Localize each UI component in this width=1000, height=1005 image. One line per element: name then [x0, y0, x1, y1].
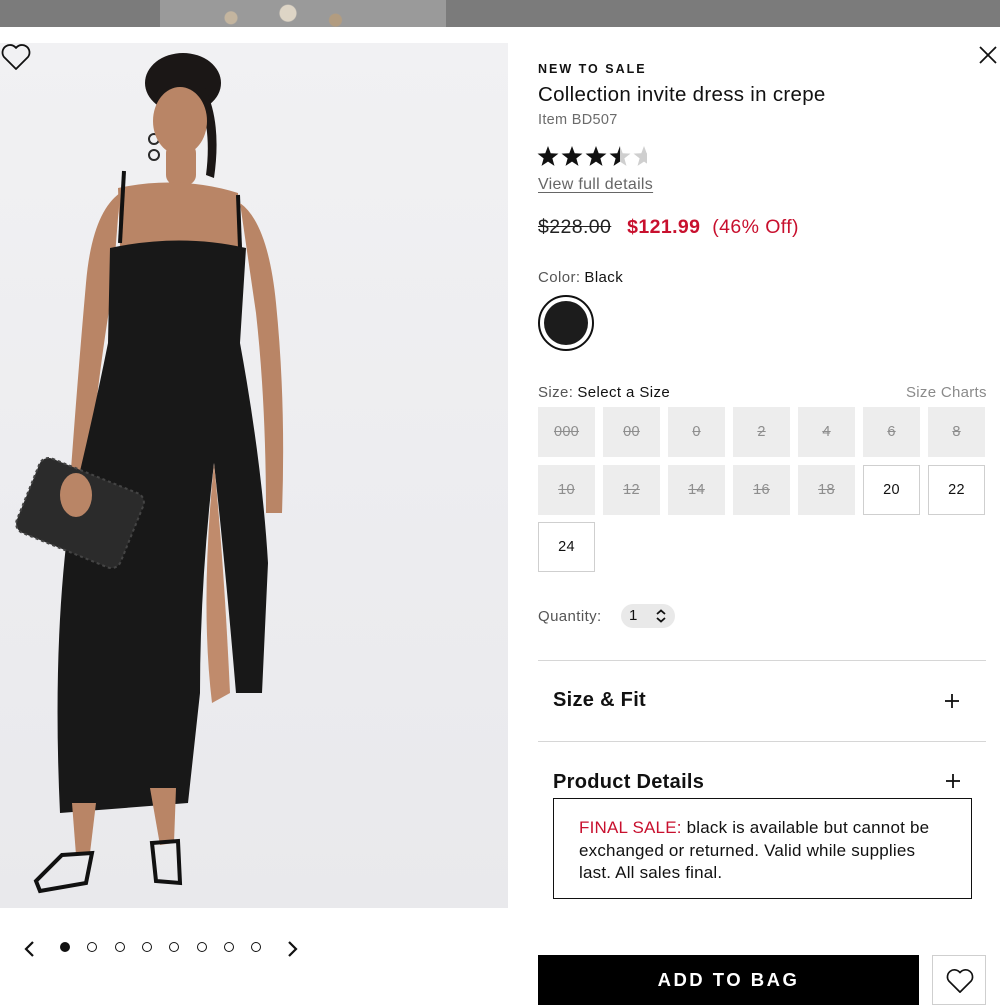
- add-to-bag-button[interactable]: ADD TO BAG: [538, 955, 919, 1005]
- size-option-22[interactable]: 22: [928, 464, 985, 515]
- product-image: [0, 43, 508, 908]
- discount-label: (46% Off): [712, 216, 799, 238]
- size-label: Size:: [538, 384, 574, 401]
- star-icon: [609, 146, 631, 166]
- carousel-dot[interactable]: [141, 942, 152, 952]
- divider: [538, 741, 986, 742]
- page-backdrop: [0, 0, 1000, 27]
- plus-icon[interactable]: [944, 693, 960, 709]
- size-option-12[interactable]: 12: [603, 464, 660, 515]
- size-option-10[interactable]: 10: [538, 464, 595, 515]
- swatch-fill: [544, 301, 588, 345]
- price-row: $228.00 $121.99 (46% Off): [538, 216, 799, 239]
- carousel-dot[interactable]: [114, 942, 125, 952]
- size-option-18[interactable]: 18: [798, 464, 855, 515]
- original-price: $228.00: [538, 216, 612, 238]
- wishlist-button[interactable]: [932, 955, 986, 1005]
- quantity-select[interactable]: 1: [621, 604, 675, 628]
- size-option-4[interactable]: 4: [798, 407, 855, 457]
- image-carousel-nav: [0, 932, 508, 966]
- final-sale-notice: FINAL SALE: black is available but canno…: [553, 798, 972, 899]
- carousel-dot[interactable]: [60, 942, 70, 952]
- star-icon: [537, 146, 559, 166]
- close-icon[interactable]: [976, 43, 1000, 67]
- quantity-label: Quantity:: [538, 608, 602, 625]
- size-option-000[interactable]: 000: [538, 407, 595, 457]
- sale-eyebrow: NEW TO SALE: [538, 62, 647, 76]
- model-illustration: [15, 53, 284, 894]
- heart-icon[interactable]: [0, 43, 32, 71]
- size-selected: Select a Size: [577, 384, 671, 401]
- heart-icon: [946, 969, 974, 993]
- carousel-dot[interactable]: [196, 942, 207, 952]
- view-full-details-link[interactable]: View full details: [538, 176, 653, 194]
- chevron-right-icon[interactable]: [282, 934, 304, 964]
- size-option-8[interactable]: 8: [928, 407, 985, 457]
- divider: [538, 660, 986, 661]
- accordion-size-fit[interactable]: Size & Fit: [553, 689, 646, 712]
- color-selected: Black: [584, 269, 624, 286]
- size-charts-link[interactable]: Size Charts: [906, 384, 987, 401]
- carousel-dot[interactable]: [251, 942, 262, 952]
- star-icon: [633, 146, 647, 166]
- size-label-row: Size: Select a Size: [538, 384, 670, 401]
- final-sale-prefix: FINAL SALE:: [579, 818, 682, 837]
- product-title: Collection invite dress in crepe: [538, 83, 826, 106]
- size-option-14[interactable]: 14: [668, 464, 725, 515]
- carousel-dot[interactable]: [87, 942, 98, 952]
- size-option-00[interactable]: 00: [603, 407, 660, 457]
- size-option-20[interactable]: 20: [863, 464, 920, 515]
- color-label-row: Color: Black: [538, 269, 623, 286]
- sale-price: $121.99: [627, 216, 701, 238]
- quick-view-modal: NEW TO SALE Collection invite dress in c…: [0, 27, 1000, 1005]
- size-option-2[interactable]: 2: [733, 407, 790, 457]
- item-number: Item BD507: [538, 112, 618, 128]
- size-option-0[interactable]: 0: [668, 407, 725, 457]
- rating-stars[interactable]: [537, 144, 647, 168]
- size-option-16[interactable]: 16: [733, 464, 790, 515]
- background-product-image: [160, 0, 446, 27]
- chevron-left-icon[interactable]: [18, 934, 40, 964]
- plus-icon[interactable]: [945, 773, 961, 789]
- color-label: Color:: [538, 269, 581, 286]
- color-swatch-black[interactable]: [538, 295, 594, 351]
- accordion-product-details[interactable]: Product Details: [553, 771, 704, 792]
- carousel-dot[interactable]: [169, 942, 180, 952]
- star-icon: [561, 146, 583, 166]
- quantity-value: 1: [629, 607, 638, 624]
- size-option-6[interactable]: 6: [863, 407, 920, 457]
- size-option-24[interactable]: 24: [538, 522, 595, 572]
- accordion-product-details-clip: Product Details: [540, 767, 985, 792]
- star-icon: [585, 146, 607, 166]
- carousel-dot[interactable]: [223, 942, 234, 952]
- chevron-up-down-icon: [656, 609, 666, 623]
